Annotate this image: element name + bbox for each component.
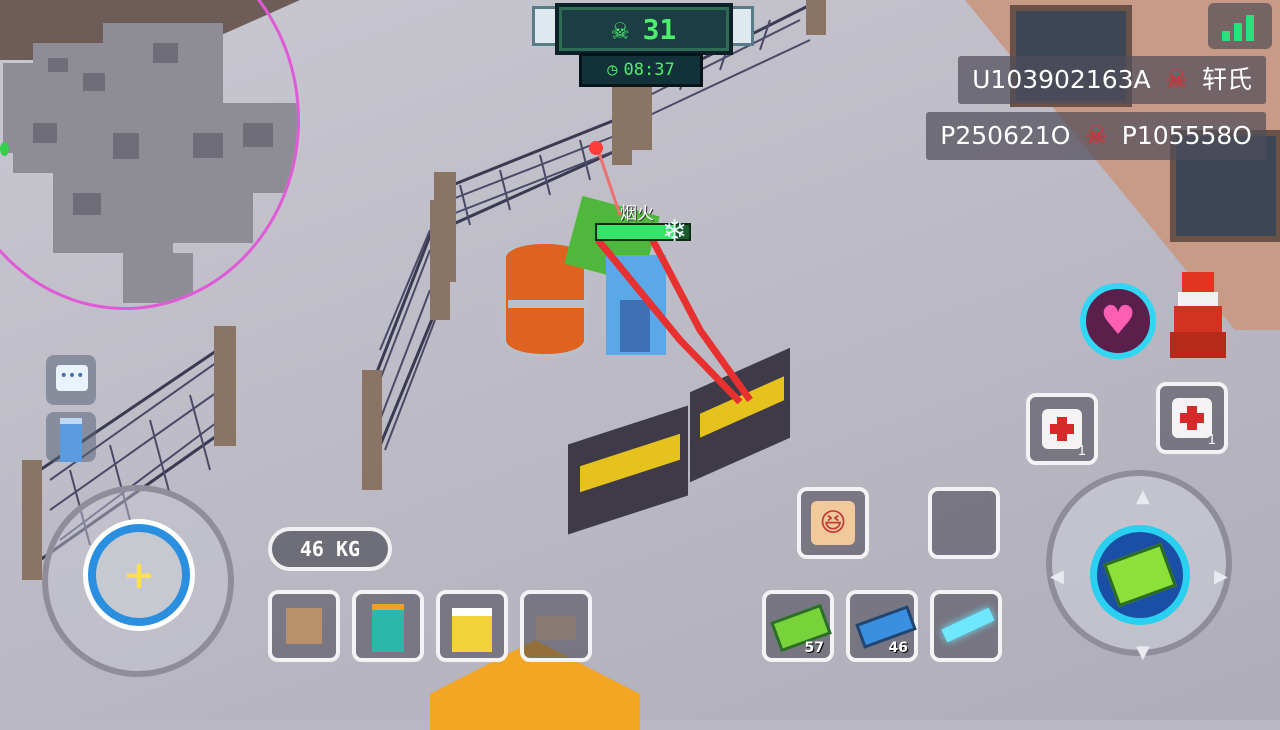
laser-beam — [589, 141, 753, 405]
chevron-left-icon: ◀ — [1050, 566, 1064, 587]
laughing-face-icon: 😆 — [811, 501, 855, 545]
match-time: 08:37 — [623, 60, 675, 80]
clock-icon: ◷ — [607, 60, 618, 80]
ammo-count: 46 — [888, 640, 908, 656]
medkit-icon — [1172, 398, 1212, 438]
item-slot-backpack[interactable] — [352, 590, 424, 662]
item-slot-cardboard-box[interactable] — [268, 590, 340, 662]
chevron-down-icon: ▼ — [1136, 642, 1150, 663]
signal-bar — [1234, 23, 1242, 41]
barrel-band — [508, 300, 584, 308]
alive-counter: ☠ 31 — [555, 3, 733, 55]
player-name: 烟火 — [620, 204, 654, 224]
building-icon — [60, 418, 82, 462]
match-clock: ◷ 08:37 — [579, 53, 703, 87]
cardboard-box-icon — [286, 608, 322, 644]
plus-icon: + — [123, 553, 155, 597]
frost-icon: ❄ — [662, 214, 688, 249]
victim-name: 轩氏 — [1201, 65, 1252, 94]
skull-icon: ☠ — [1164, 65, 1188, 95]
signal-bars-icon — [1222, 31, 1230, 41]
teal-backpack-icon — [372, 604, 404, 652]
boots-icon — [536, 616, 576, 640]
medkit-count: 1 — [1207, 433, 1216, 448]
tower-button[interactable] — [1168, 272, 1228, 362]
gold-armor-icon — [452, 608, 492, 652]
weapon-slot-1[interactable]: 57 — [762, 590, 834, 662]
chat-button[interactable]: ••• — [46, 355, 96, 405]
medkit-slot[interactable]: 1 — [1026, 393, 1098, 465]
chat-bubble-icon: ••• — [56, 365, 88, 391]
medkit-count: 1 — [1077, 444, 1086, 459]
item-slot-armor[interactable] — [436, 590, 508, 662]
emote-button[interactable]: 😆 — [797, 487, 869, 559]
tower-icon — [1182, 272, 1214, 292]
skull-counter-icon: ☠ — [611, 12, 629, 46]
tower-base — [1174, 306, 1222, 332]
fire-button-icon — [1103, 542, 1177, 608]
signal-bar — [1246, 15, 1254, 41]
kill-feed-row: U103902163A ☠ 轩氏 — [958, 56, 1266, 104]
fire-button[interactable] — [1090, 525, 1190, 625]
killer-name: P250621O — [940, 121, 1071, 150]
item-slot-boots[interactable] — [520, 590, 592, 662]
tower-foot — [1170, 332, 1226, 358]
medkit-slot[interactable]: 1 — [1156, 382, 1228, 454]
chevron-right-icon: ▶ — [1214, 566, 1228, 587]
medkit-icon — [1042, 409, 1082, 449]
heart-icon: ♥ — [1100, 298, 1136, 344]
laser-sword-icon — [941, 607, 995, 643]
ammo-count: 57 — [804, 640, 824, 656]
kill-feed-row: P250621O ☠ P105558O — [926, 112, 1266, 160]
weapon-slot-2[interactable]: 46 — [846, 590, 918, 662]
weapon-slot-3[interactable] — [930, 590, 1002, 662]
alive-count: 31 — [642, 12, 677, 46]
killer-name: U103902163A — [972, 65, 1151, 94]
signal-indicator — [1208, 3, 1272, 49]
victim-name: P105558O — [1121, 121, 1252, 150]
building-button[interactable] — [46, 412, 96, 462]
heal-button[interactable]: ♥ — [1080, 283, 1156, 359]
player-map-marker — [0, 142, 9, 156]
skull-icon: ☠ — [1084, 121, 1108, 151]
empty-slot[interactable] — [928, 487, 1000, 559]
chevron-up-icon: ▲ — [1136, 486, 1150, 507]
carry-weight: 46 KG — [268, 527, 392, 571]
tower-stripe — [1178, 292, 1218, 306]
